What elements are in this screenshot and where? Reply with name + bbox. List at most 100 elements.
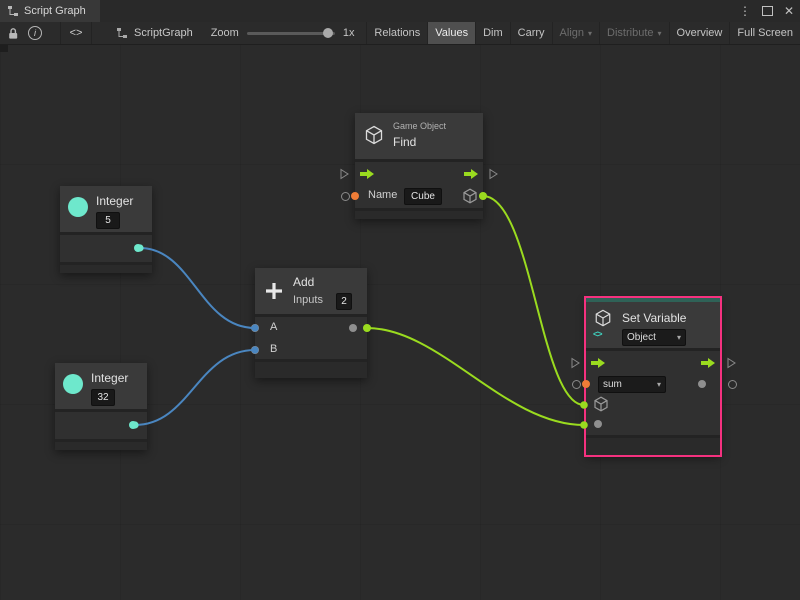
add-node[interactable]: Add Inputs 2 A B — [255, 268, 367, 378]
window-controls: ⋮ ✕ — [739, 0, 794, 22]
graph-icon — [116, 27, 128, 39]
node-header[interactable]: Integer 32 — [55, 363, 147, 409]
node-footer — [255, 362, 367, 378]
overview-button[interactable]: Overview — [669, 22, 730, 44]
script-graph-icon — [7, 5, 19, 17]
toolbar: i <> ScriptGraph Zoom 1x Relations Value… — [0, 22, 800, 45]
zoom-control: Zoom 1x — [211, 27, 355, 39]
node-header[interactable]: Game Object Find — [355, 113, 483, 159]
integer-value-field[interactable]: 32 — [91, 389, 115, 406]
graph-breadcrumb[interactable]: ScriptGraph — [116, 27, 193, 39]
toolbar-buttons: Relations Values Dim Carry Align ▾ Distr… — [366, 22, 800, 44]
node-body — [60, 235, 152, 262]
node-footer — [586, 438, 720, 455]
output-port-inner[interactable] — [349, 324, 357, 332]
value-output-port[interactable] — [698, 380, 706, 388]
node-title: Integer — [91, 371, 128, 385]
canvas-corner — [0, 44, 8, 52]
node-title: Set Variable — [622, 311, 686, 325]
chevron-down-icon: ▾ — [657, 380, 661, 389]
name-label: Name — [368, 189, 397, 201]
sum-output-port[interactable] — [363, 324, 371, 332]
values-button[interactable]: Values — [427, 22, 475, 44]
variable-name-port[interactable] — [582, 380, 590, 388]
node-body: A B — [255, 317, 367, 359]
inputs-count-field[interactable]: 2 — [336, 293, 352, 310]
titlebar: Script Graph ⋮ ✕ — [0, 0, 800, 23]
graph-name: ScriptGraph — [134, 27, 193, 39]
full-screen-button[interactable]: Full Screen — [729, 22, 800, 44]
node-category: Game Object — [393, 121, 446, 131]
inputs-label: Inputs — [293, 294, 323, 306]
name-input-port[interactable] — [351, 192, 359, 200]
kebab-menu-icon[interactable]: ⋮ — [739, 4, 751, 18]
node-title: Find — [393, 135, 416, 149]
dropdown-value: sum — [603, 379, 622, 390]
dim-button[interactable]: Dim — [475, 22, 510, 44]
zoom-slider-handle[interactable] — [323, 28, 333, 38]
node-header[interactable]: Integer 5 — [60, 186, 152, 232]
info-button[interactable]: i — [24, 22, 46, 44]
zoom-slider[interactable] — [247, 27, 335, 39]
tab-title: Script Graph — [24, 5, 86, 17]
input-port-a[interactable] — [251, 324, 259, 332]
name-value-field[interactable]: Cube — [404, 188, 442, 205]
script-graph-window: Script Graph ⋮ ✕ i <> ScriptGraph Zoom — [0, 0, 800, 600]
input-port-b[interactable] — [251, 346, 259, 354]
integer-icon — [68, 197, 88, 217]
node-body — [55, 412, 147, 439]
tab-script-graph[interactable]: Script Graph — [0, 0, 100, 22]
flow-in-indicator-icon — [340, 167, 349, 185]
lock-button[interactable] — [2, 22, 24, 44]
zoom-label: Zoom — [211, 27, 239, 39]
game-object-output-port[interactable] — [479, 192, 487, 200]
relations-button[interactable]: Relations — [366, 22, 427, 44]
variable-code-icon: <> — [593, 329, 602, 339]
value-in-indicator-icon — [572, 380, 581, 389]
integer-node-b[interactable]: Integer 32 — [55, 363, 147, 450]
game-object-port-icon[interactable] — [462, 188, 478, 209]
set-variable-node[interactable]: <> Set Variable Object ▾ sum ▾ — [586, 298, 720, 455]
flow-out-arrow-icon[interactable] — [463, 167, 479, 185]
integer-node-a[interactable]: Integer 5 — [60, 186, 152, 273]
value-in-indicator-icon — [341, 192, 350, 201]
distribute-button[interactable]: Distribute ▾ — [599, 22, 668, 44]
cube-icon — [364, 125, 384, 150]
flow-out-arrow-icon[interactable] — [700, 356, 716, 374]
variable-name-dropdown[interactable]: sum ▾ — [598, 376, 666, 393]
integer-value-field[interactable]: 5 — [96, 212, 120, 229]
find-node[interactable]: Game Object Find Name Cube — [355, 113, 483, 219]
chevron-down-icon: ▾ — [677, 333, 681, 342]
value-input-port[interactable] — [594, 420, 602, 428]
chevron-down-icon: ▾ — [658, 29, 662, 38]
node-footer — [355, 211, 483, 219]
lock-icon — [7, 27, 19, 40]
plus-icon — [264, 281, 284, 306]
value-out-indicator-icon — [728, 380, 737, 389]
dropdown-value: Object — [627, 332, 656, 343]
flow-out-indicator-icon — [489, 167, 498, 185]
port-a-label: A — [270, 321, 277, 333]
node-body: sum ▾ — [586, 351, 720, 435]
code-view-button[interactable]: <> — [60, 22, 92, 44]
node-title: Integer — [96, 194, 133, 208]
zoom-value: 1x — [343, 27, 355, 39]
flow-in-indicator-icon — [571, 356, 580, 374]
object-input-port-icon[interactable] — [593, 396, 609, 417]
node-header[interactable]: Add Inputs 2 — [255, 268, 367, 314]
variable-kind-dropdown[interactable]: Object ▾ — [622, 329, 686, 346]
value-output-port[interactable] — [134, 244, 142, 252]
flow-in-arrow-icon[interactable] — [359, 167, 375, 185]
node-footer — [60, 265, 152, 273]
maximize-icon[interactable] — [762, 6, 773, 16]
flow-in-arrow-icon[interactable] — [590, 356, 606, 374]
node-title: Add — [293, 275, 314, 289]
node-body: Name Cube — [355, 162, 483, 208]
zoom-slider-track — [247, 32, 335, 35]
node-footer — [55, 442, 147, 450]
node-header[interactable]: <> Set Variable Object ▾ — [586, 302, 720, 348]
close-icon[interactable]: ✕ — [784, 4, 794, 18]
align-button[interactable]: Align ▾ — [552, 22, 599, 44]
value-output-port[interactable] — [129, 421, 137, 429]
carry-button[interactable]: Carry — [510, 22, 552, 44]
